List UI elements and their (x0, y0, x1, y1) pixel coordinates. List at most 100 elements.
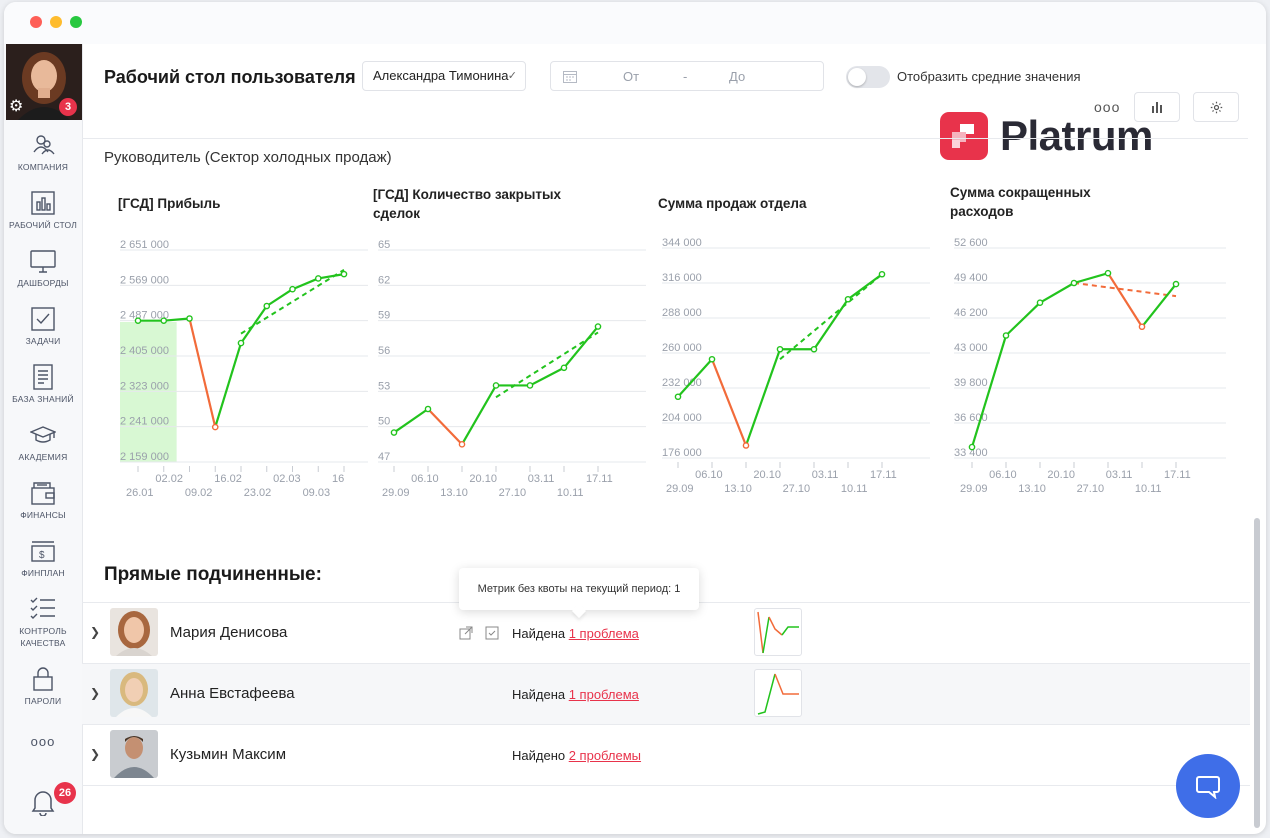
close-window-button[interactable] (30, 16, 42, 28)
date-to-input[interactable]: До (729, 69, 745, 84)
sidebar-item-finance[interactable]: ФИНАНСЫ (4, 480, 82, 521)
data-point (594, 323, 602, 330)
problem-status: Найдена 1 проблема (512, 626, 639, 641)
logo-mark (940, 112, 988, 160)
x-tick-label: 03.11 (812, 469, 839, 481)
problem-link[interactable]: 1 проблема (569, 687, 639, 702)
data-point (340, 270, 348, 278)
series-segment (1039, 282, 1075, 304)
maximize-window-button[interactable] (70, 16, 82, 28)
chat-button[interactable] (1176, 754, 1240, 818)
status-text: Найдена (512, 626, 569, 641)
toggle-knob (848, 68, 866, 86)
title-bar (4, 2, 1266, 44)
series-segment (813, 298, 849, 350)
checkbox-icon[interactable] (485, 626, 499, 640)
y-tick-label: 2 651 000 (120, 239, 169, 251)
x-tick-label: 13.10 (440, 487, 468, 499)
chevron-right-icon[interactable]: ❯ (90, 686, 100, 700)
y-tick-label: 59 (378, 310, 390, 322)
sidebar-item-label: КОМПАНИЯ (17, 162, 69, 172)
sidebar-item-label: ПАРОЛИ (24, 696, 62, 706)
chart-profit: [ГСД] Прибыль 2 651 000 2 569 000 2 487 00… (108, 182, 372, 512)
data-point (160, 317, 168, 324)
y-tick-label: 176 000 (662, 447, 702, 459)
series-segment (1005, 301, 1041, 337)
problem-link[interactable]: 1 проблема (569, 626, 639, 641)
sidebar: ⚙ 3 КОМПАНИЯ РАБОЧИЙ СТОЛ ДАШБОРДЫ ЗАДАЧ… (4, 44, 83, 834)
trend-line (779, 273, 883, 361)
x-tick-label: 17.11 (870, 469, 897, 481)
y-tick-label: 260 000 (662, 342, 702, 354)
chevron-right-icon[interactable]: ❯ (90, 747, 100, 761)
table-row[interactable]: ❯ Анна Евстафеева Найдена 1 проблема (82, 663, 1250, 724)
x-tick-label: 27.10 (499, 487, 527, 499)
y-tick-label: 62 (378, 274, 390, 286)
problem-status: Найдена 1 проблема (512, 687, 639, 702)
x-tick-label: 29.09 (666, 483, 694, 495)
date-range-picker[interactable]: От - До (550, 61, 824, 91)
x-tick-label: 10.11 (1135, 483, 1162, 495)
data-point (289, 285, 296, 293)
y-tick-label: 43 000 (954, 342, 988, 354)
chevron-right-icon[interactable]: ❯ (90, 625, 100, 639)
bell-icon[interactable] (30, 788, 56, 816)
date-separator: - (683, 69, 688, 84)
settings-button[interactable] (1193, 92, 1239, 122)
lock-icon (33, 667, 53, 691)
data-point (424, 405, 432, 413)
sidebar-more-button[interactable]: ooo (4, 734, 82, 749)
x-tick-label: 29.09 (382, 487, 410, 499)
page-title: Рабочий стол пользователя (104, 67, 356, 87)
series-segment (744, 348, 782, 446)
y-tick-label: 288 000 (662, 307, 702, 319)
chart-department-sales: Сумма продаж отдела 344 000 316 000 288 00… (652, 182, 932, 512)
minimize-window-button[interactable] (50, 16, 62, 28)
sidebar-item-desktop[interactable]: РАБОЧИЙ СТОЛ (4, 190, 82, 231)
subordinate-name[interactable]: Кузьмин Максим (170, 746, 286, 763)
chart-title: Сумма сокращенных расходов (950, 185, 1091, 219)
tooltip-text: Метрик без квоты на текущий период: 1 (477, 583, 681, 595)
table-row[interactable]: ❯ Мария Денисова Найдена 1 проблема (82, 602, 1250, 663)
chart-plot: 344 000 316 000 288 000 260 000 232 000 204 0… (662, 237, 930, 495)
x-tick-label: 20.10 (753, 469, 781, 481)
y-tick-label: 53 (378, 380, 390, 392)
x-tick-label: 09.03 (303, 487, 331, 499)
sidebar-item-academy[interactable]: АКАДЕМИЯ (4, 422, 82, 463)
sparkline[interactable] (754, 608, 802, 656)
data-point (458, 441, 466, 448)
x-tick-label: 13.10 (724, 483, 752, 495)
subordinate-name[interactable]: Мария Денисова (170, 624, 287, 641)
date-from-input[interactable]: От (623, 69, 639, 84)
x-tick-label: 17.11 (586, 473, 613, 485)
gear-icon[interactable]: ⚙ (9, 98, 27, 116)
sidebar-item-quality-control[interactable]: КОНТРОЛЬ КАЧЕСТВА (4, 596, 82, 649)
user-select[interactable]: Александра Тимонина ✓ (362, 61, 526, 91)
sidebar-item-passwords[interactable]: ПАРОЛИ (4, 666, 82, 707)
averages-toggle-label: Отобразить средние значения (897, 69, 1081, 84)
data-point (1172, 280, 1180, 288)
data-point (492, 382, 500, 389)
data-point (1002, 332, 1010, 339)
sidebar-item-label: ФИНАНСЫ (20, 510, 66, 520)
tooltip: Метрик без квоты на текущий период: 1 (459, 568, 699, 619)
y-tick-label: 49 400 (954, 272, 988, 284)
sidebar-item-tasks[interactable]: ЗАДАЧИ (4, 306, 82, 347)
sidebar-item-dashboards[interactable]: ДАШБОРДЫ (4, 248, 82, 289)
problem-link[interactable]: 2 проблемы (569, 748, 641, 763)
series-segment (461, 384, 497, 445)
sparkline-plot (757, 673, 799, 715)
subordinate-name[interactable]: Анна Евстафеева (170, 685, 295, 702)
sparkline[interactable] (754, 669, 802, 717)
checkbox-icon (31, 307, 55, 331)
notifications-badge: 26 (54, 782, 76, 804)
sidebar-item-finplan[interactable]: $ ФИНПЛАН (4, 538, 82, 579)
external-link-icon[interactable] (459, 626, 473, 640)
user-select-value: Александра Тимонина (373, 68, 509, 83)
chart-closed-deals: [ГСД] Количество закрытых сделок 65 62 59 5… (368, 182, 648, 512)
sidebar-item-knowledge-base[interactable]: БАЗА ЗНАНИЙ (4, 364, 82, 405)
sidebar-item-company[interactable]: КОМПАНИЯ (4, 132, 82, 173)
averages-toggle[interactable] (846, 66, 890, 88)
scrollbar[interactable] (1254, 518, 1260, 828)
table-row[interactable]: ❯ Кузьмин Максим Найдено 2 проблемы (82, 724, 1250, 786)
